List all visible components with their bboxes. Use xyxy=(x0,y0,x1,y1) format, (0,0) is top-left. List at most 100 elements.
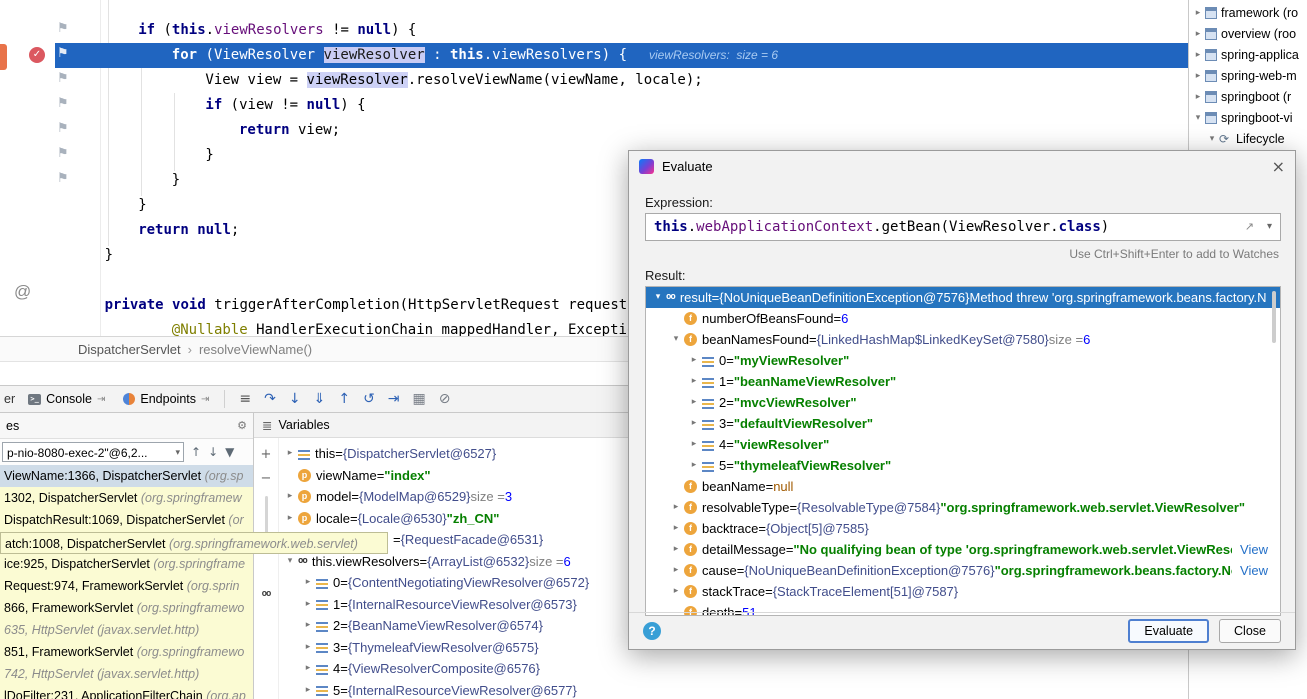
force-step-into-icon[interactable]: ⇓ xyxy=(314,391,326,407)
result-tree-row[interactable]: ▸fresolvableType = {ResolvableType@7584}… xyxy=(646,497,1280,518)
bookmark-flag-icon[interactable]: ⚑ xyxy=(57,121,69,136)
stack-frame-row[interactable]: 742, HttpServlet (javax.servlet.http) xyxy=(0,663,253,685)
bookmark-flag-icon[interactable]: ⚑ xyxy=(57,96,69,111)
chevron-right-icon[interactable]: ▸ xyxy=(1191,8,1205,18)
result-tree-row[interactable]: ▸0 = "myViewResolver" xyxy=(646,350,1280,371)
code-line[interactable]: View view = viewResolver.resolveViewName… xyxy=(55,68,1188,93)
chevron-right-icon[interactable]: ▸ xyxy=(300,594,316,616)
stack-frame-row[interactable]: ViewName:1366, DispatcherServlet (org.sp xyxy=(0,465,253,487)
breakpoint-icon[interactable]: ✓ xyxy=(29,47,45,63)
chevron-right-icon[interactable]: ▸ xyxy=(686,413,702,434)
code-line[interactable]: if (view != null) { xyxy=(55,93,1188,118)
mute-breakpoints-icon[interactable]: ⊘ xyxy=(439,391,451,407)
stack-frame-row[interactable]: Request:974, FrameworkServlet (org.sprin xyxy=(0,575,253,597)
bookmark-flag-icon[interactable]: ⚑ xyxy=(57,21,69,36)
previous-frame-icon[interactable]: ↑ xyxy=(191,445,201,459)
chevron-right-icon[interactable]: ▸ xyxy=(668,518,684,539)
drop-frame-icon[interactable]: ↺ xyxy=(363,391,375,407)
open-tab-icon[interactable]: ⇥ xyxy=(97,394,105,405)
settings-gear-icon[interactable]: ⚙ xyxy=(237,419,247,432)
filter-frames-icon[interactable]: ▼ xyxy=(225,445,234,459)
view-link[interactable]: View xyxy=(1232,560,1268,581)
maven-item-springboot-r[interactable]: ▸springboot (r xyxy=(1189,86,1307,107)
maven-item-overview-roo[interactable]: ▸overview (roo xyxy=(1189,23,1307,44)
result-tree-row[interactable]: ▾fbeanNamesFound = {LinkedHashMap$Linked… xyxy=(646,329,1280,350)
thread-selector[interactable]: p-nio-8080-exec-2"@6,2... ▾ xyxy=(2,442,184,462)
code-line[interactable]: if (this.viewResolvers != null) { xyxy=(55,18,1188,43)
step-over-icon[interactable]: ↷ xyxy=(264,391,276,407)
maven-item-framework-ro[interactable]: ▸framework (ro xyxy=(1189,2,1307,23)
settings-menu-icon[interactable]: ≡ xyxy=(239,391,251,407)
bookmark-flag-icon[interactable]: ⚑ xyxy=(57,171,69,186)
view-link[interactable]: View xyxy=(1232,539,1268,560)
chevron-right-icon[interactable]: ▸ xyxy=(300,680,316,699)
result-tree-row[interactable]: ▸fcause = {NoUniqueBeanDefinitionExcepti… xyxy=(646,560,1280,581)
close-button[interactable]: Close xyxy=(1219,619,1281,643)
result-tree-row[interactable]: ▸fbacktrace = {Object[5]@7585} xyxy=(646,518,1280,539)
result-tree-row[interactable]: ▸fdetailMessage = "No qualifying bean of… xyxy=(646,539,1280,560)
chevron-right-icon[interactable]: ▸ xyxy=(686,455,702,476)
chevron-right-icon[interactable]: ▸ xyxy=(668,539,684,560)
view-breakpoints-icon[interactable]: ▦ xyxy=(413,391,426,407)
chevron-right-icon[interactable]: ▸ xyxy=(300,658,316,680)
chevron-down-icon[interactable]: ▾ xyxy=(1191,113,1205,123)
run-to-cursor-icon[interactable]: ⇥ xyxy=(388,391,400,407)
chevron-right-icon[interactable]: ▸ xyxy=(282,443,298,465)
layout-icon[interactable]: ≣ xyxy=(262,418,272,433)
maven-item-spring-applica[interactable]: ▸spring-applica xyxy=(1189,44,1307,65)
variable-row[interactable]: ▸4 = {ViewResolverComposite@6576} xyxy=(278,658,1188,680)
stack-frame-row[interactable]: ice:925, DispatcherServlet (org.springfr… xyxy=(0,553,253,575)
clipped-tab-fragment[interactable]: er xyxy=(0,392,19,406)
stack-frame-row[interactable]: DispatchResult:1069, DispatcherServlet (… xyxy=(0,509,253,531)
add-watch-button[interactable]: + xyxy=(254,447,278,462)
bookmark-flag-icon[interactable]: ⚑ xyxy=(57,71,69,86)
remove-watch-button[interactable]: − xyxy=(254,471,278,486)
result-tree-row[interactable]: ▸3 = "defaultViewResolver" xyxy=(646,413,1280,434)
step-out-icon[interactable]: ↑ xyxy=(338,391,350,407)
code-line[interactable]: return view; xyxy=(55,118,1188,143)
breadcrumb-class[interactable]: DispatcherServlet xyxy=(78,342,181,357)
tab-console[interactable]: >_ Console ⇥ xyxy=(19,386,114,412)
stack-frame-row[interactable]: 851, FrameworkServlet (org.springframewo xyxy=(0,641,253,663)
result-tree-row[interactable]: ▸1 = "beanNameViewResolver" xyxy=(646,371,1280,392)
chevron-right-icon[interactable]: ▸ xyxy=(300,572,316,594)
code-line[interactable]: for (ViewResolver viewResolver : this.vi… xyxy=(55,43,1188,68)
chevron-right-icon[interactable]: ▸ xyxy=(282,508,298,530)
chevron-right-icon[interactable]: ▸ xyxy=(1191,29,1205,39)
chevron-right-icon[interactable]: ▸ xyxy=(686,392,702,413)
chevron-right-icon[interactable]: ▸ xyxy=(1191,71,1205,81)
step-into-icon[interactable]: ↓ xyxy=(289,391,301,407)
chevron-right-icon[interactable]: ▸ xyxy=(300,637,316,659)
result-tree-row[interactable]: ▸fstackTrace = {StackTraceElement[51]@75… xyxy=(646,581,1280,602)
result-tree-row[interactable]: fbeanName = null xyxy=(646,476,1280,497)
show-watches-icon[interactable]: oo xyxy=(254,588,278,600)
chevron-down-icon[interactable]: ▾ xyxy=(650,287,666,308)
expression-input[interactable]: this.webApplicationContext.getBean(ViewR… xyxy=(645,213,1281,241)
bookmark-flag-icon[interactable]: ⚑ xyxy=(57,46,69,61)
dialog-titlebar[interactable]: Evaluate xyxy=(629,151,1295,181)
variable-row[interactable]: ▸5 = {InternalResourceViewResolver@6577} xyxy=(278,680,1188,699)
next-frame-icon[interactable]: ↓ xyxy=(208,445,218,459)
stack-frame-row[interactable]: 635, HttpServlet (javax.servlet.http) xyxy=(0,619,253,641)
evaluate-button[interactable]: Evaluate xyxy=(1128,619,1209,643)
stack-frame-row[interactable]: 866, FrameworkServlet (org.springframewo xyxy=(0,597,253,619)
chevron-right-icon[interactable]: ▸ xyxy=(1191,92,1205,102)
stack-frame-row[interactable]: 1302, DispatcherServlet (org.springframe… xyxy=(0,487,253,509)
chevron-right-icon[interactable]: ▸ xyxy=(686,434,702,455)
result-tree[interactable]: ▾ooresult = {NoUniqueBeanDefinitionExcep… xyxy=(645,286,1281,616)
result-tree-row[interactable]: ▸4 = "viewResolver" xyxy=(646,434,1280,455)
bookmark-flag-icon[interactable]: ⚑ xyxy=(57,146,69,161)
breadcrumb-method[interactable]: resolveViewName() xyxy=(199,342,312,357)
chevron-right-icon[interactable]: ▸ xyxy=(300,615,316,637)
chevron-down-icon[interactable]: ▾ xyxy=(1205,134,1219,144)
chevron-right-icon[interactable]: ▸ xyxy=(686,350,702,371)
scrollbar-thumb[interactable] xyxy=(1272,291,1276,343)
result-tree-row[interactable]: ▾ooresult = {NoUniqueBeanDefinitionExcep… xyxy=(646,287,1280,308)
stack-frame-overlay[interactable]: atch:1008, DispatcherServlet (org.spring… xyxy=(0,532,388,554)
chevron-right-icon[interactable]: ▸ xyxy=(686,371,702,392)
open-tab-icon[interactable]: ⇥ xyxy=(201,394,209,405)
chevron-down-icon[interactable]: ▾ xyxy=(668,329,684,350)
maven-item-lifecycle[interactable]: ▾⟳Lifecycle xyxy=(1189,128,1307,149)
chevron-right-icon[interactable]: ▸ xyxy=(668,581,684,602)
chevron-down-icon[interactable]: ▾ xyxy=(1267,214,1272,240)
